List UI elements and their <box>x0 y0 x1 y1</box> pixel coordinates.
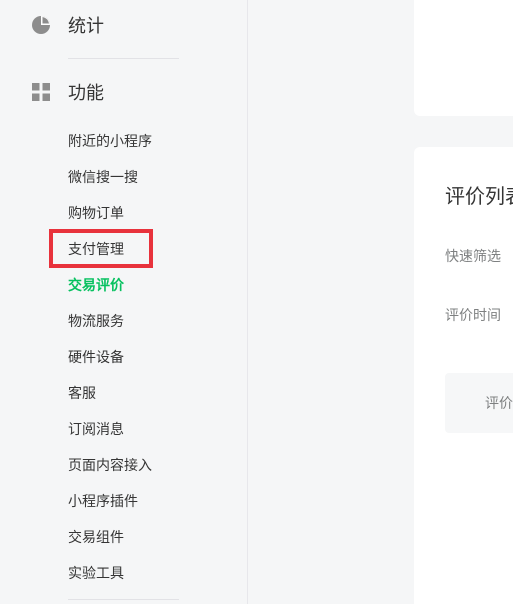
sidebar-section-label: 功能 <box>68 83 104 104</box>
grid-icon <box>30 81 52 103</box>
sidebar: 统计 功能 附近的小程序 微信搜一搜 购物订单 支付管理 交易评价 物流服务 硬… <box>0 0 248 604</box>
review-time-label: 评价时间 <box>445 308 501 324</box>
highlight-annotation-box <box>49 229 153 268</box>
sidebar-item-experiment-tools[interactable]: 实验工具 <box>68 564 124 584</box>
sidebar-section-stats[interactable]: 统计 <box>30 13 104 37</box>
sidebar-item-logistics[interactable]: 物流服务 <box>68 312 124 332</box>
sidebar-item-hardware[interactable]: 硬件设备 <box>68 348 124 368</box>
sidebar-item-subscription-messages[interactable]: 订阅消息 <box>68 420 124 440</box>
sidebar-section-functions[interactable]: 功能 <box>30 80 104 104</box>
sidebar-divider <box>68 599 179 600</box>
sidebar-item-plugins[interactable]: 小程序插件 <box>68 492 138 512</box>
top-card <box>414 0 513 116</box>
sidebar-item-customer-service[interactable]: 客服 <box>68 384 96 404</box>
pie-chart-icon <box>30 14 52 36</box>
sidebar-section-label: 统计 <box>68 16 104 37</box>
sidebar-item-transaction-reviews[interactable]: 交易评价 <box>68 276 124 296</box>
table-header-cell: 评价 <box>485 396 513 412</box>
sidebar-item-nearby-miniprogram[interactable]: 附近的小程序 <box>68 132 152 152</box>
page-title: 评价列表 <box>445 184 513 208</box>
sidebar-item-transaction-components[interactable]: 交易组件 <box>68 528 124 548</box>
quick-filter-label: 快速筛选 <box>445 249 501 265</box>
sidebar-item-page-content[interactable]: 页面内容接入 <box>68 456 152 476</box>
sidebar-item-wechat-search[interactable]: 微信搜一搜 <box>68 168 138 188</box>
sidebar-divider <box>68 58 179 59</box>
sidebar-item-shopping-orders[interactable]: 购物订单 <box>68 204 124 224</box>
